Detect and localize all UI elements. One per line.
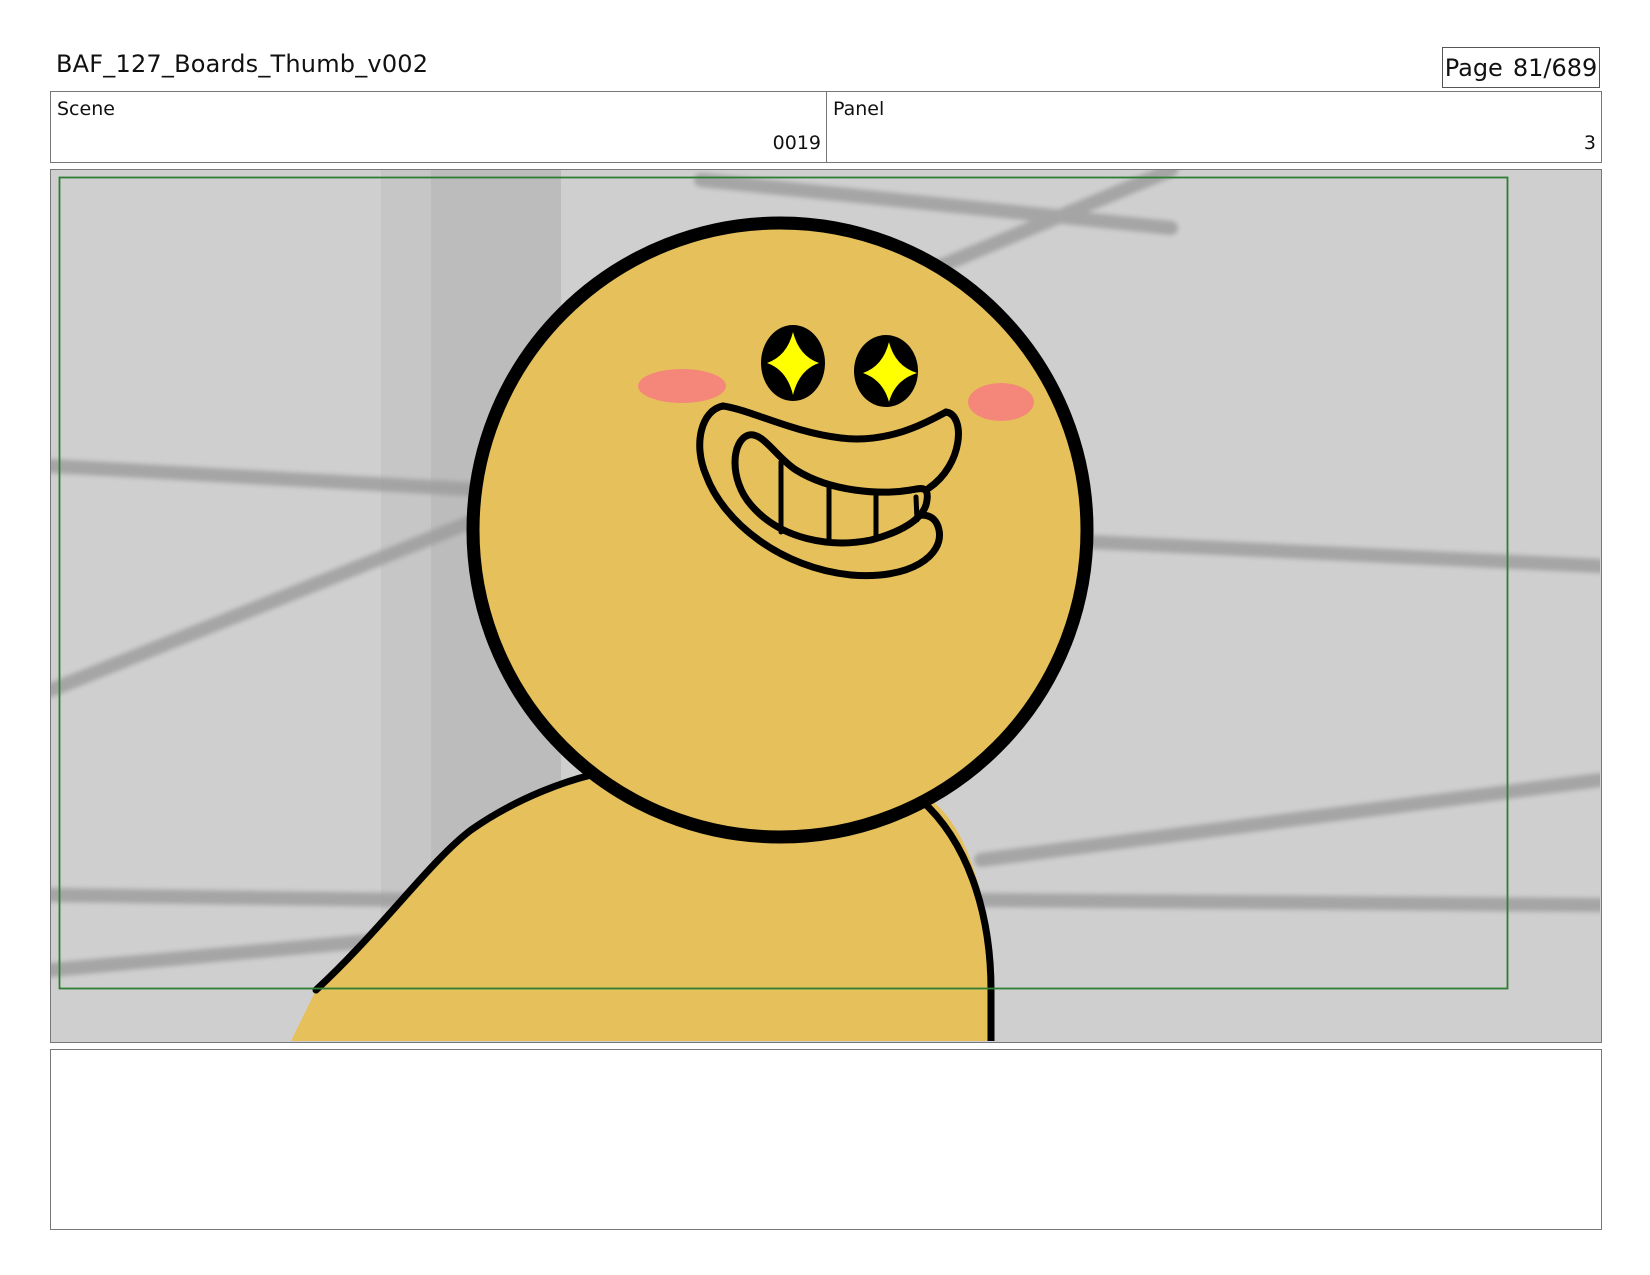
panel-cell: Panel 3 bbox=[827, 92, 1601, 162]
storyboard-frame bbox=[50, 169, 1602, 1043]
scene-cell: Scene 0019 bbox=[51, 92, 827, 162]
page-number: 81/689 bbox=[1512, 53, 1598, 82]
scene-number: 0019 bbox=[772, 132, 821, 154]
scene-label: Scene bbox=[57, 98, 115, 120]
right-cheek bbox=[968, 383, 1034, 421]
scene-panel-info: Scene 0019 Panel 3 bbox=[50, 91, 1602, 163]
notes-box bbox=[50, 1049, 1602, 1230]
document-title: BAF_127_Boards_Thumb_v002 bbox=[56, 50, 429, 78]
storyboard-drawing bbox=[51, 170, 1600, 1041]
left-cheek bbox=[638, 369, 726, 403]
page-label: Page bbox=[1444, 53, 1503, 82]
panel-number: 3 bbox=[1583, 132, 1596, 154]
panel-label: Panel bbox=[833, 98, 885, 120]
page-indicator: Page 81/689 bbox=[1442, 47, 1600, 88]
